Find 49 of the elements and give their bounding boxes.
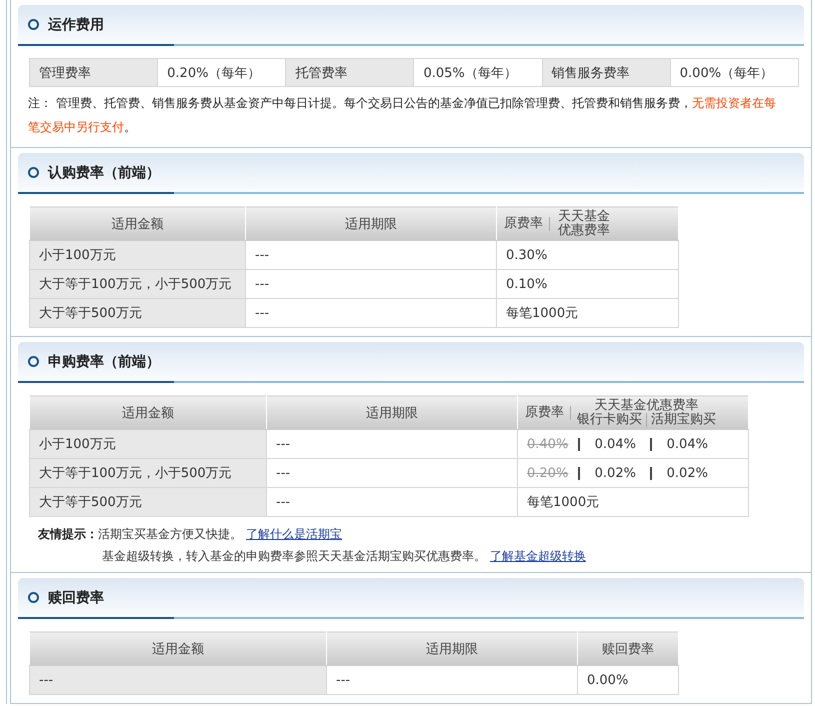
fee-note: 注： 管理费、托管费、销售服务费从基金资产中每日计提。每个交易日公告的基金净值已扣除管理费、托管费和销售服务费，无需投资者在每笔交易中另行支付。 xyxy=(28,95,777,136)
fee-value: 0.05%（每年） xyxy=(414,58,542,86)
period-cell: --- xyxy=(326,666,578,694)
column-header: 适用金额 xyxy=(30,206,246,240)
tip-text: 基金超级转换，转入基金的申购费率参照天天基金活期宝购买优惠费率。 xyxy=(102,548,486,565)
rate-cell: 0.40% 0.04% 0.04% xyxy=(518,430,748,458)
rate-cell: 0.30% xyxy=(496,240,678,270)
fee-label: 销售服务费率 xyxy=(542,58,670,86)
section-title: 赎回费率 xyxy=(48,588,104,606)
period-cell: --- xyxy=(246,298,496,328)
circle-icon xyxy=(28,167,39,178)
column-header: 适用期限 xyxy=(266,396,518,430)
tip-label: 友情提示： xyxy=(38,526,98,543)
amount-cell: --- xyxy=(30,666,326,694)
rate-cell: 0.10% xyxy=(496,270,678,298)
help-link[interactable]: 了解基金超级转换 xyxy=(490,545,586,567)
column-header: 适用期限 xyxy=(326,632,578,666)
period-cell: --- xyxy=(266,430,518,458)
column-header: 适用金额 xyxy=(30,396,266,430)
column-header: 适用期限 xyxy=(246,206,496,240)
rate-cell: 0.00% xyxy=(578,666,678,694)
amount-cell: 大于等于500万元 xyxy=(30,488,266,516)
help-link[interactable]: 了解什么是活期宝 xyxy=(246,523,342,545)
circle-icon xyxy=(28,592,39,603)
column-header: 原费率 天天基金优惠费率 xyxy=(496,206,678,240)
rate-cell: 每笔1000元 xyxy=(518,488,748,516)
tip-text: 活期宝买基金方便又快捷。 xyxy=(98,526,242,543)
section-title: 申购费率（前端） xyxy=(48,352,160,370)
amount-cell: 小于100万元 xyxy=(30,240,246,270)
rate-cell: 每笔1000元 xyxy=(496,298,678,328)
section-title: 认购费率（前端） xyxy=(48,164,160,182)
column-header: 适用金额 xyxy=(30,632,326,666)
period-cell: --- xyxy=(246,270,496,298)
period-cell: --- xyxy=(266,458,518,488)
column-header: 赎回费率 xyxy=(578,632,678,666)
period-cell: --- xyxy=(266,488,518,516)
rate-cell: 0.20% 0.02% 0.02% xyxy=(518,458,748,488)
amount-cell: 大于等于100万元，小于500万元 xyxy=(30,458,266,488)
section-title: 运作费用 xyxy=(48,16,104,34)
circle-icon xyxy=(28,356,39,367)
circle-icon xyxy=(28,19,39,30)
period-cell: --- xyxy=(246,240,496,270)
fee-value: 0.00%（每年） xyxy=(670,58,798,86)
amount-cell: 大于等于500万元 xyxy=(30,298,246,328)
fee-label: 托管费率 xyxy=(286,58,414,86)
fee-label: 管理费率 xyxy=(30,58,158,86)
amount-cell: 小于100万元 xyxy=(30,430,266,458)
fee-value: 0.20%（每年） xyxy=(158,58,286,86)
amount-cell: 大于等于100万元，小于500万元 xyxy=(30,270,246,298)
